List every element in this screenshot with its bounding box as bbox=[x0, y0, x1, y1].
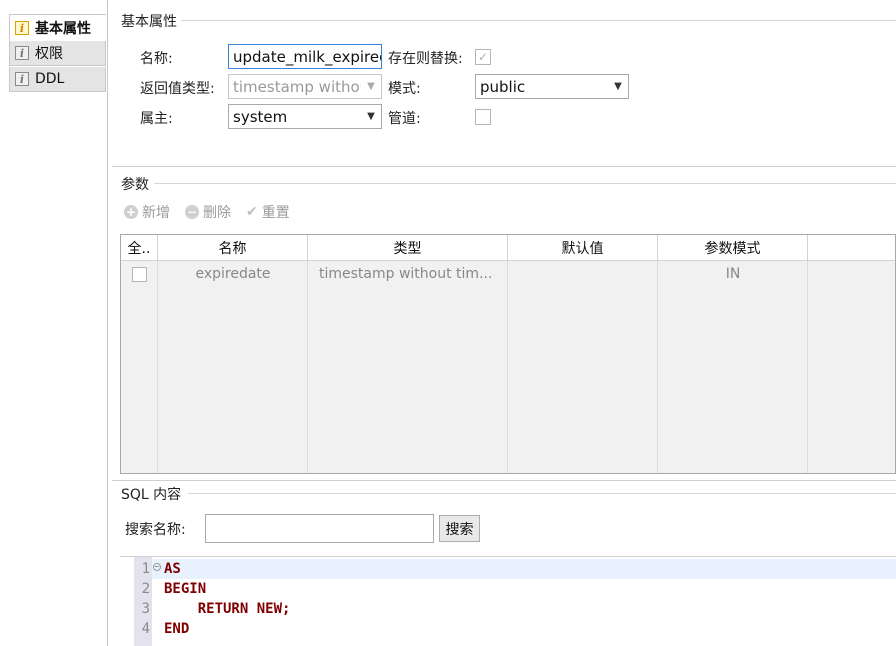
code-line: AS bbox=[164, 561, 181, 577]
section-title-basic: 基本属性 bbox=[121, 11, 181, 31]
param-type-cell[interactable]: timestamp without tim... bbox=[308, 261, 508, 287]
section-divider bbox=[154, 183, 896, 184]
schema-value: public bbox=[480, 77, 526, 96]
schema-select[interactable]: public ▼ bbox=[475, 74, 629, 99]
search-input[interactable] bbox=[205, 514, 434, 543]
tab-basic-properties[interactable]: i 基本属性 bbox=[9, 14, 106, 41]
info-icon: i bbox=[15, 46, 29, 60]
name-value: update_milk_expiredate bbox=[233, 47, 381, 66]
col-divider bbox=[158, 261, 308, 473]
fold-toggle-icon[interactable]: − bbox=[153, 563, 161, 571]
line-number: 2 bbox=[141, 581, 150, 597]
owner-label: 属主: bbox=[140, 111, 173, 127]
row-checkbox-cell[interactable] bbox=[121, 261, 158, 287]
side-tab-strip: i 基本属性 i 权限 i DDL bbox=[0, 0, 108, 646]
add-param-button[interactable]: + 新增 bbox=[124, 202, 170, 222]
delete-param-button[interactable]: − 删除 bbox=[185, 202, 231, 222]
chevron-down-icon: ▼ bbox=[608, 75, 628, 98]
col-divider bbox=[508, 261, 658, 473]
section-title-sql: SQL 内容 bbox=[121, 484, 186, 504]
section-divider bbox=[150, 20, 896, 21]
schema-label: 模式: bbox=[388, 81, 421, 97]
col-header-type[interactable]: 类型 bbox=[308, 235, 508, 261]
param-mode-cell[interactable]: IN bbox=[658, 261, 808, 287]
tab-ddl[interactable]: i DDL bbox=[9, 67, 106, 92]
tab-label: 基本属性 bbox=[35, 21, 91, 37]
code-line: RETURN NEW; bbox=[164, 601, 291, 617]
info-icon: i bbox=[15, 72, 29, 86]
line-number: 4 bbox=[141, 621, 150, 637]
plus-icon: + bbox=[124, 205, 138, 219]
return-type-value: timestamp without time zone bbox=[233, 77, 381, 96]
name-label: 名称: bbox=[140, 51, 173, 67]
reset-param-button[interactable]: ✔ 重置 bbox=[246, 202, 290, 222]
search-button[interactable]: 搜索 bbox=[439, 515, 480, 542]
col-header-default[interactable]: 默认值 bbox=[508, 235, 658, 261]
code-line: END bbox=[164, 621, 190, 637]
col-divider bbox=[121, 261, 158, 473]
info-icon: i bbox=[15, 21, 29, 35]
minus-icon: − bbox=[185, 205, 199, 219]
check-icon: ✔ bbox=[246, 204, 258, 220]
section-title-params: 参数 bbox=[121, 174, 153, 194]
search-label: 搜索名称: bbox=[125, 522, 186, 538]
delete-label: 删除 bbox=[203, 205, 231, 221]
col-header-mode[interactable]: 参数模式 bbox=[658, 235, 808, 261]
pipeline-label: 管道: bbox=[388, 111, 421, 127]
col-header-name[interactable]: 名称 bbox=[158, 235, 308, 261]
reset-label: 重置 bbox=[261, 205, 290, 221]
section-divider bbox=[188, 493, 896, 494]
col-header-filler bbox=[808, 235, 895, 261]
row-checkbox[interactable] bbox=[132, 266, 147, 282]
col-header-all[interactable]: 全.. bbox=[121, 235, 158, 261]
line-number: 1 bbox=[141, 561, 150, 577]
chevron-down-icon: ▼ bbox=[361, 75, 381, 98]
replace-label: 存在则替换: bbox=[388, 51, 463, 67]
param-name-cell[interactable]: expiredate bbox=[158, 261, 308, 287]
panel-separator bbox=[112, 166, 896, 167]
owner-value: system bbox=[233, 107, 288, 126]
col-divider bbox=[658, 261, 808, 473]
sql-editor[interactable]: 1 − AS 2 BEGIN 3 RETURN NEW; 4 END bbox=[120, 556, 896, 646]
tab-label: DDL bbox=[35, 71, 65, 87]
add-label: 新增 bbox=[142, 205, 170, 221]
chevron-down-icon: ▼ bbox=[361, 105, 381, 128]
return-type-label: 返回值类型: bbox=[140, 81, 215, 97]
name-input[interactable]: update_milk_expiredate bbox=[228, 44, 382, 69]
replace-checkbox[interactable]: ✓ bbox=[475, 49, 491, 65]
tab-permissions[interactable]: i 权限 bbox=[9, 41, 106, 66]
check-icon: ✓ bbox=[477, 50, 489, 64]
params-table: 全.. 名称 类型 默认值 参数模式 expiredate timestamp … bbox=[120, 234, 896, 474]
tab-label: 权限 bbox=[35, 46, 63, 62]
owner-select[interactable]: system ▼ bbox=[228, 104, 382, 129]
col-divider bbox=[308, 261, 508, 473]
return-type-select[interactable]: timestamp without time zone ▼ bbox=[228, 74, 382, 99]
param-default-cell[interactable] bbox=[508, 261, 658, 287]
panel-separator bbox=[112, 480, 896, 481]
pipeline-checkbox[interactable] bbox=[475, 109, 491, 125]
line-number: 3 bbox=[141, 601, 150, 617]
code-line: BEGIN bbox=[164, 581, 207, 597]
current-line-highlight bbox=[152, 559, 896, 579]
